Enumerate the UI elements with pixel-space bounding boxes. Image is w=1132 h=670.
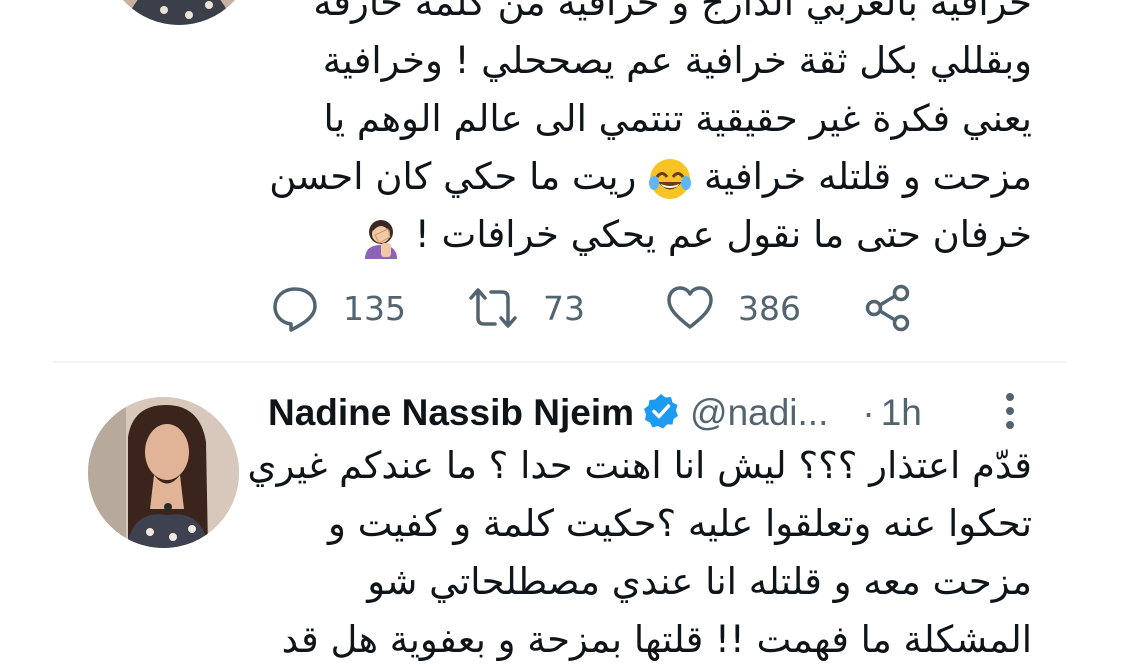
like-button[interactable]: 386 (666, 278, 801, 338)
avatar[interactable] (88, 397, 239, 548)
tweet-line: وبقللي بكل ثقة خرافية عم يصححلي ! وخرافي… (322, 39, 1032, 82)
tweet-line-with-emoji: مزحت و قلتله خرافية ريت ما حكي كان احسن (269, 148, 1032, 206)
author-name[interactable]: Nadine Nassib Njeim (268, 392, 634, 434)
tweet-second[interactable]: Nadine Nassib Njeim @nadi... · 1h قدّم ا… (0, 363, 1132, 670)
more-options-icon[interactable] (1002, 393, 1018, 435)
reply-count: 135 (343, 288, 406, 328)
tweet-actions: 135 73 386 (0, 278, 1132, 338)
tweet-body: خرافية بالعربي الدارج و خرافية من كلمة خ… (269, 0, 1032, 264)
like-count: 386 (738, 288, 801, 328)
tweet-line-with-emoji: خرفان حتى ما نقول عم يحكي خرافات ! (269, 206, 1032, 264)
author-handle[interactable]: @nadi... (690, 392, 828, 434)
reply-icon (271, 284, 319, 332)
separator-dot: · (862, 392, 875, 433)
share-icon (864, 283, 912, 333)
tweet-line-part: مزحت و قلتله خرافية (703, 155, 1032, 198)
tweet-line: قدّم اعتذار ؟؟؟ ليش انا اهنت حدا ؟ ما عن… (247, 444, 1032, 487)
retweet-count: 73 (543, 288, 585, 328)
tweet-time[interactable]: 1h (881, 392, 922, 434)
avatar[interactable] (104, 0, 254, 25)
tweet-top: خرافية بالعربي الدارج و خرافية من كلمة خ… (0, 0, 1132, 362)
retweet-icon (467, 284, 519, 332)
heart-icon (666, 284, 714, 332)
retweet-button[interactable]: 73 (467, 278, 585, 338)
tweet-line-part: ريت ما حكي كان احسن (269, 155, 637, 198)
tweet-line: يعني فكرة غير حقيقية تنتمي الى عالم الوه… (323, 97, 1032, 140)
tweet-line-part: خرفان حتى ما نقول عم يحكي خرافات ! (414, 213, 1032, 256)
verified-badge-icon (642, 392, 680, 434)
reply-button[interactable]: 135 (271, 278, 406, 338)
tweet-body: قدّم اعتذار ؟؟؟ ليش انا اهنت حدا ؟ ما عن… (248, 437, 1032, 669)
tweet-line: تحكوا عنه وتعلقوا عليه ؟حكيت كلمة و كفيت… (328, 502, 1032, 545)
tweet-line: خرافية بالعربي الدارج و خرافية من كلمة خ… (313, 0, 1032, 24)
tweet-line: مزحت معه و قلتله انا عندي مصطلحاتي شو (367, 560, 1032, 603)
tweet-line: المشكلة ما فهمت !! قلتها بمزحة و بعفوية … (281, 618, 1032, 661)
share-button[interactable] (864, 278, 912, 338)
tweet-header: Nadine Nassib Njeim @nadi... · 1h (268, 387, 922, 439)
face-with-tears-of-joy-emoji (648, 157, 692, 201)
woman-facepalming-emoji (359, 215, 403, 259)
